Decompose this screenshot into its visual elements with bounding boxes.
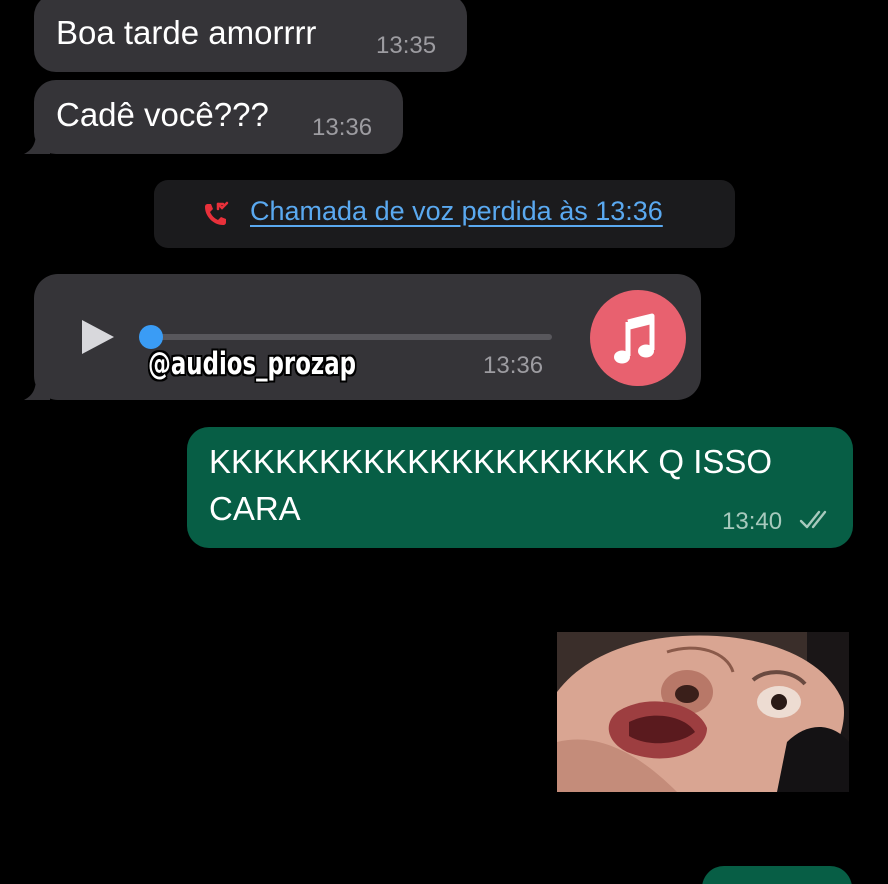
double-check-icon [799,509,833,531]
bubble-tail [24,132,50,154]
watermark-text: @audios_prozap [148,346,357,382]
message-text-line1: KKKKKKKKKKKKKKKKKKKK Q ISSO [209,443,773,480]
message-text: Cadê você??? [56,96,269,133]
sticker-image[interactable] [557,632,849,792]
incoming-message-bubble[interactable]: Boa tarde amorrrr 13:35 [34,0,467,72]
play-icon[interactable] [80,318,116,356]
message-text-line2: CARA [209,490,301,527]
bubble-tail [24,378,50,400]
message-time: 13:40 [722,508,783,535]
music-note-icon [590,290,686,386]
audio-time: 13:36 [483,352,544,379]
missed-call-icon [202,200,230,228]
outgoing-message-bubble-partial[interactable] [702,866,852,884]
outgoing-message-bubble[interactable]: KKKKKKKKKKKKKKKKKKKK Q ISSO CARA 13:40 [187,427,853,548]
chat-screen: Boa tarde amorrrr 13:35 Cadê você??? 13:… [0,0,888,884]
audio-progress-track[interactable] [152,334,552,340]
missed-call-notice[interactable]: Chamada de voz perdida às 13:36 [154,180,735,248]
missed-call-text[interactable]: Chamada de voz perdida às 13:36 [250,196,663,227]
message-time: 13:36 [312,114,373,141]
audio-message-bubble[interactable]: @audios_prozap 13:36 [34,274,701,400]
incoming-message-bubble[interactable]: Cadê você??? 13:36 [34,80,403,154]
message-text: Boa tarde amorrrr [56,14,317,51]
message-time: 13:35 [376,32,437,59]
